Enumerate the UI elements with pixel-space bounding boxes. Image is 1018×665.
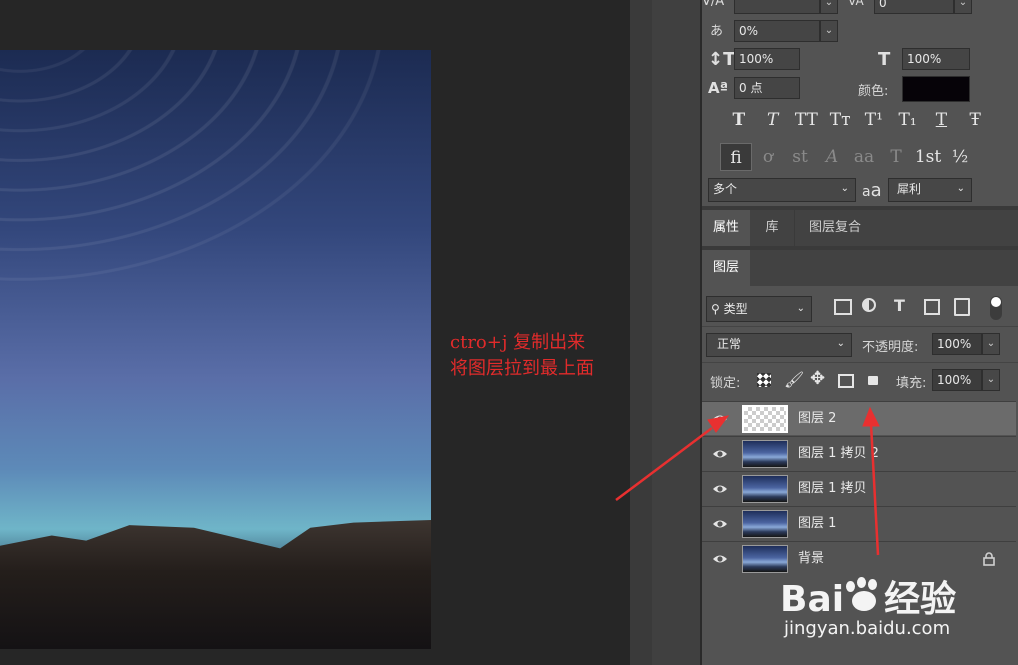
arrow-to-layer-2 <box>615 427 713 501</box>
arrow-head <box>862 406 880 427</box>
watermark-brand-b: 经验 <box>884 579 957 620</box>
watermark-brand-a: Bai <box>780 579 845 620</box>
watermark-brand: Bai 经验 <box>780 570 956 622</box>
arrow-drag-up <box>869 423 880 556</box>
baidu-jingyan-watermark: Bai 经验 jingyan.baidu.com <box>780 560 1010 660</box>
watermark-url: jingyan.baidu.com <box>784 618 951 639</box>
paw-icon <box>844 577 884 617</box>
